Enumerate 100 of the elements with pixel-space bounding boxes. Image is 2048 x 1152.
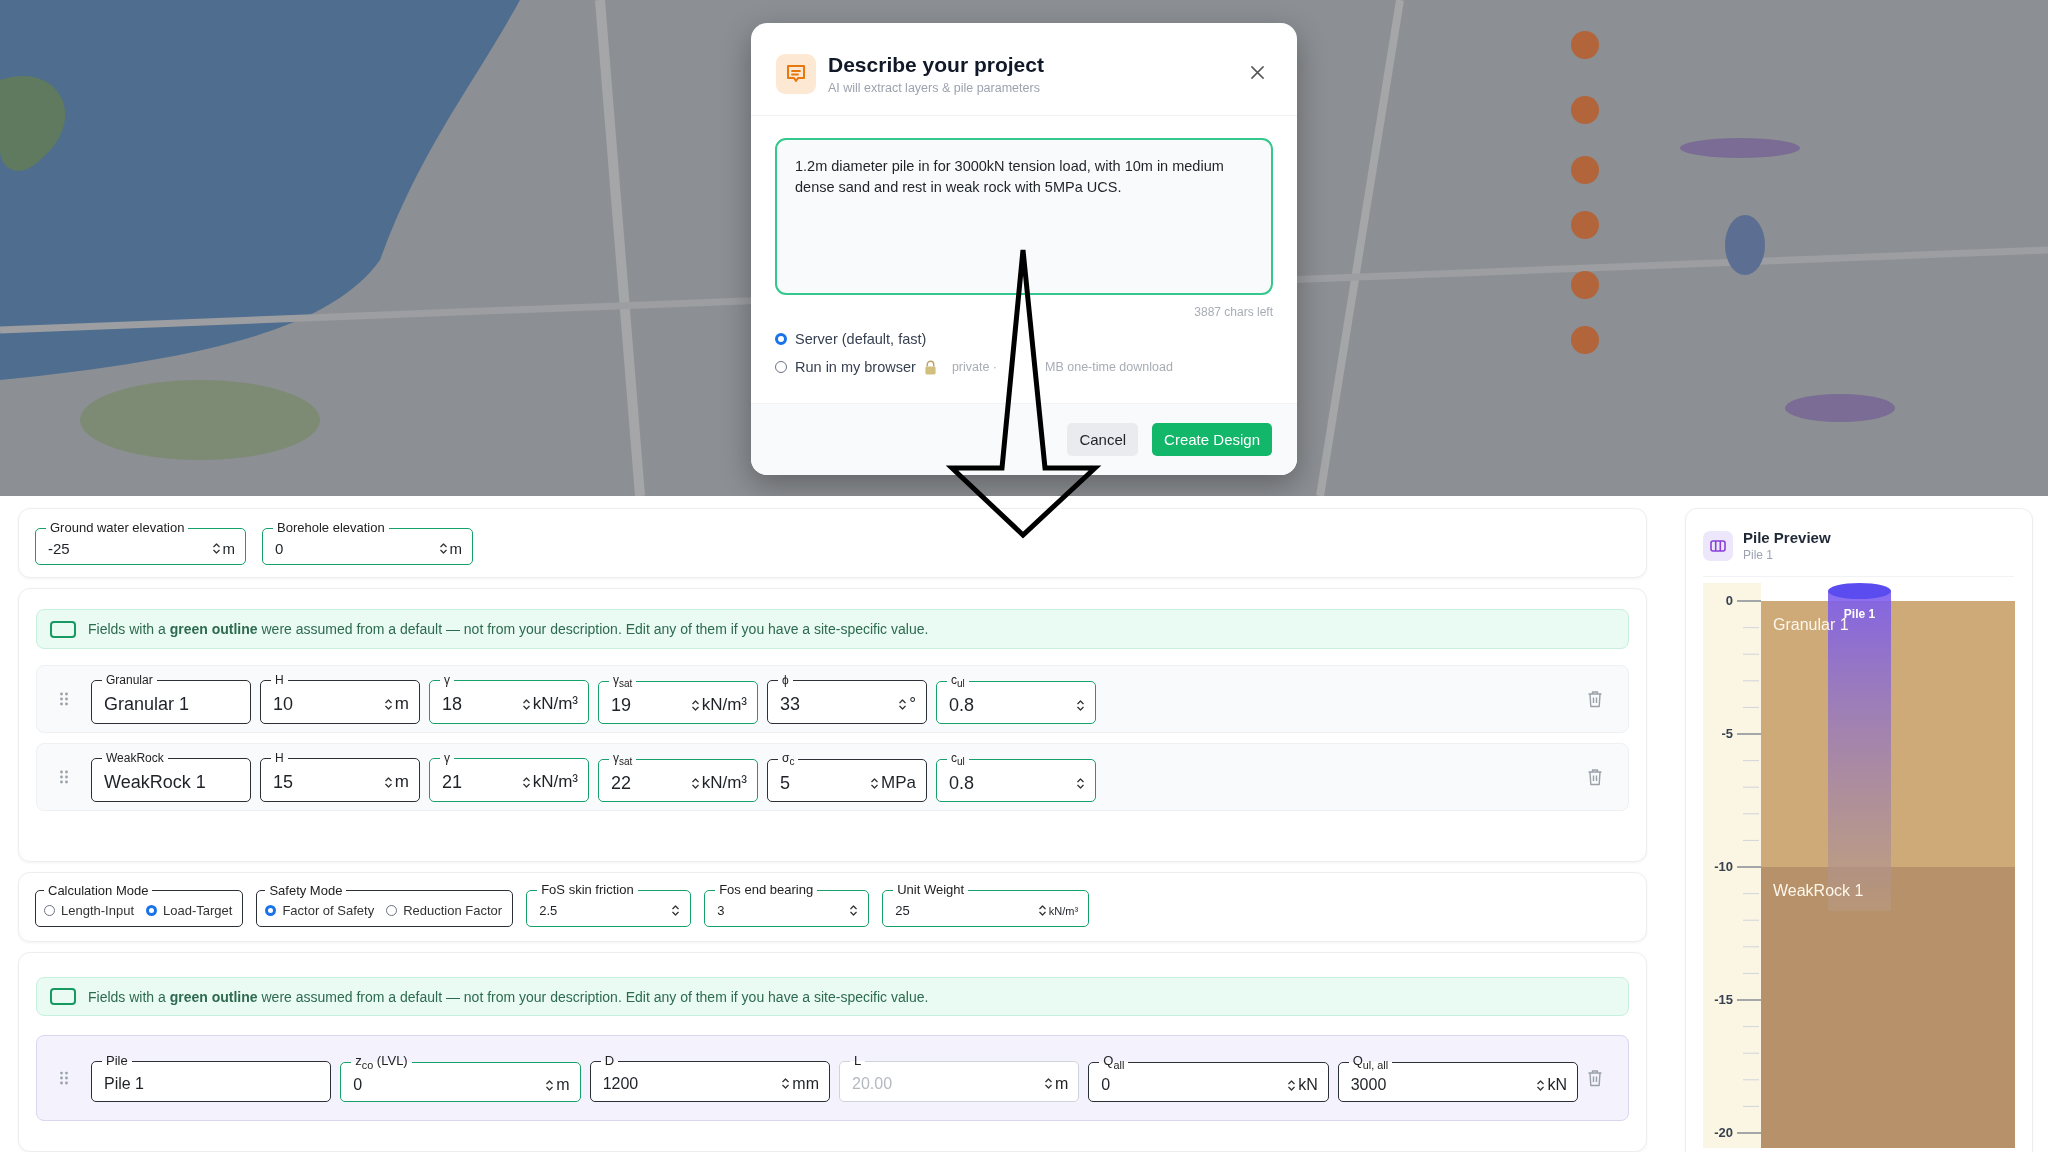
field-label: WeakRock xyxy=(105,752,165,766)
number-field[interactable]: H 15 m xyxy=(260,752,420,802)
dialog-title: Describe your project xyxy=(828,53,1045,77)
spinner-icon[interactable] xyxy=(1536,1077,1546,1093)
close-icon[interactable] xyxy=(1250,65,1265,80)
field-label: c$_{ul}$ xyxy=(950,674,966,690)
field-label: Fos end bearing xyxy=(718,883,815,898)
spinner-icon[interactable] xyxy=(671,903,681,919)
unit-label: m xyxy=(222,540,235,558)
spinner-icon[interactable] xyxy=(521,696,531,712)
spinner-icon[interactable] xyxy=(1037,903,1047,919)
radio-button[interactable] xyxy=(386,905,398,916)
number-field[interactable]: Q$_{all}$ 0 kN xyxy=(1088,1054,1329,1103)
unit-label: ° xyxy=(909,694,916,715)
field-label: Ground water elevation xyxy=(49,521,186,536)
field-label: ϕ xyxy=(781,674,790,688)
text-field[interactable]: WeakRock WeakRock 1 xyxy=(91,752,251,802)
spinner-icon[interactable] xyxy=(1287,1077,1297,1093)
axis-label: -10 xyxy=(1714,859,1733,874)
columns-icon xyxy=(1703,530,1733,561)
layer-label: WeakRock 1 xyxy=(1773,882,1864,899)
option-hint: MB one-time download xyxy=(1045,360,1173,374)
field-label: H xyxy=(274,752,285,766)
radio-option[interactable]: Length-Input xyxy=(44,903,134,918)
number-field[interactable]: Borehole elevation 0 m xyxy=(262,521,473,565)
unit-label: kN xyxy=(1298,1076,1318,1095)
field-label: z$_{co}$ (LVL) xyxy=(354,1054,409,1072)
unit-label: mm xyxy=(792,1074,819,1093)
radio-option[interactable]: Run in my browser xyxy=(775,359,916,375)
unit-label: kN xyxy=(1547,1076,1568,1095)
radio-button[interactable] xyxy=(265,905,277,916)
field-label: Unit Weight xyxy=(896,883,966,898)
spinner-icon[interactable] xyxy=(781,1076,791,1092)
radio-button[interactable] xyxy=(44,905,55,916)
spinner-icon[interactable] xyxy=(438,541,448,557)
radio-option[interactable]: Factor of Safety xyxy=(265,903,375,918)
radio-button[interactable] xyxy=(775,333,787,345)
radio-button[interactable] xyxy=(146,905,157,916)
spinner-icon[interactable] xyxy=(383,696,393,712)
description-field[interactable]: 1.2m diameter pile in for 3000kN tension load, with 10m in medium dense sand and rest in weak rock with 5MPa UCS. xyxy=(775,138,1273,295)
spinner-icon[interactable] xyxy=(849,903,859,919)
number-field[interactable]: σ$_{c}$ 5 MPa xyxy=(767,752,927,802)
radio-option[interactable]: Load-Target xyxy=(146,903,233,918)
spinner-icon[interactable] xyxy=(1076,697,1085,713)
number-field[interactable]: c$_{ul}$ 0.8 xyxy=(936,752,1096,802)
number-field[interactable]: Q$_{ul, all}$ 3000 kN xyxy=(1337,1054,1579,1103)
number-field[interactable]: c$_{ul}$ 0.8 xyxy=(936,674,1096,724)
spinner-icon[interactable] xyxy=(521,774,531,790)
number-field[interactable]: Unit Weight 25 kN/m³ xyxy=(882,883,1090,927)
field-label: Granular xyxy=(105,674,154,688)
number-field[interactable]: γ 18 kN/m³ xyxy=(429,674,589,724)
unit-label: m xyxy=(1055,1074,1069,1093)
field-label: γ$_{sat}$ xyxy=(612,752,634,768)
spinner-icon[interactable] xyxy=(690,775,700,791)
radio-option[interactable]: Server (default, fast) xyxy=(775,331,927,347)
number-field[interactable]: H 10 m xyxy=(260,674,420,724)
drag-handle-icon[interactable] xyxy=(60,692,68,706)
field-label: L xyxy=(853,1054,863,1069)
number-field[interactable]: ϕ 33 ° xyxy=(767,674,927,724)
field-label: γ$_{sat}$ xyxy=(612,674,634,690)
chars-left-text: 3887 chars left xyxy=(1193,305,1273,319)
spinner-icon[interactable] xyxy=(383,774,393,790)
spinner-icon[interactable] xyxy=(211,541,221,557)
field-label: Q$_{ul, all}$ xyxy=(1351,1054,1390,1072)
unit-label: kN/m³ xyxy=(701,695,747,716)
chat-icon xyxy=(776,54,816,94)
number-field[interactable]: D 1200 mm xyxy=(589,1054,830,1103)
spinner-icon[interactable] xyxy=(690,697,700,713)
number-field[interactable]: γ$_{sat}$ 22 kN/m³ xyxy=(598,752,758,802)
field-label: σ$_{c}$ xyxy=(781,752,796,768)
field-label: γ xyxy=(443,674,451,688)
number-field[interactable]: z$_{co}$ (LVL) 0 m xyxy=(340,1054,581,1103)
number-field[interactable]: FoS skin friction 2.5 xyxy=(526,883,692,927)
unit-label: m xyxy=(449,540,462,558)
field-label: FoS skin friction xyxy=(540,883,635,898)
text-field[interactable]: Granular Granular 1 xyxy=(91,674,251,724)
panel-subtitle: Pile 1 xyxy=(1743,548,1775,562)
unit-label: MPa xyxy=(881,773,916,794)
spinner-icon[interactable] xyxy=(545,1077,555,1093)
number-field[interactable]: γ 21 kN/m³ xyxy=(429,752,589,802)
drag-handle-icon[interactable] xyxy=(60,1071,68,1086)
radio-option[interactable]: Reduction Factor xyxy=(386,903,503,918)
axis-label: -20 xyxy=(1714,1125,1733,1140)
spinner-icon[interactable] xyxy=(870,775,880,791)
radio-button[interactable] xyxy=(775,361,787,373)
field-label: c$_{ul}$ xyxy=(950,752,966,768)
notice-text: Fields with a green outline were assumed from a default — not from your description. Edit any of them if you have a site-specific value. xyxy=(88,621,929,637)
unit-label: kN/m³ xyxy=(701,773,747,794)
spinner-icon[interactable] xyxy=(898,696,908,712)
number-field[interactable]: Ground water elevation -25 m xyxy=(35,521,246,565)
field-label: γ xyxy=(443,752,451,766)
text-field[interactable]: Pile Pile 1 xyxy=(90,1054,332,1103)
field-label: H xyxy=(274,674,285,688)
pile-label: Pile 1 xyxy=(1843,607,1876,621)
number-field[interactable]: γ$_{sat}$ 19 kN/m³ xyxy=(598,674,758,724)
number-field[interactable]: Fos end bearing 3 xyxy=(704,883,870,927)
drag-handle-icon[interactable] xyxy=(60,770,68,784)
spinner-icon[interactable] xyxy=(1076,775,1085,791)
outline-icon xyxy=(50,988,76,1006)
cancel-button[interactable]: Cancel xyxy=(1067,423,1139,456)
